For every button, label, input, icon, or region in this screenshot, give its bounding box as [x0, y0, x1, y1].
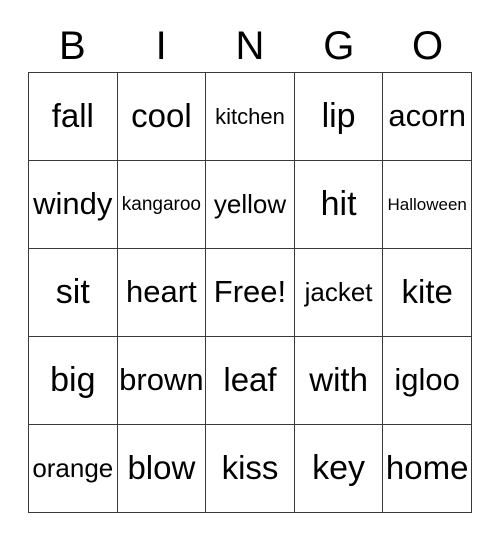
- bingo-cell-label: key: [312, 448, 366, 487]
- header-letter-b: B: [59, 24, 86, 68]
- bingo-cell-o4[interactable]: igloo: [383, 337, 472, 425]
- bingo-cell-g1[interactable]: lip: [294, 73, 384, 161]
- bingo-cell-label: Halloween: [387, 194, 467, 214]
- bingo-cell-label: kitchen: [215, 103, 285, 129]
- bingo-cell-label: hit: [320, 184, 357, 223]
- bingo-cell-n4[interactable]: leaf: [206, 337, 295, 425]
- header-letter-g: G: [323, 24, 355, 68]
- bingo-grid: fall cool kitchen lip acorn windy kangar…: [28, 72, 472, 513]
- bingo-cell-label: lip: [321, 96, 356, 135]
- bingo-cell-o1[interactable]: acorn: [383, 73, 472, 161]
- bingo-cell-g4[interactable]: with: [294, 337, 384, 425]
- bingo-cell-b5[interactable]: orange: [29, 425, 118, 513]
- bingo-cell-o3[interactable]: kite: [383, 249, 472, 337]
- bingo-card: B I N G O fall cool kitchen lip acorn wi…: [28, 20, 472, 513]
- bingo-cell-n5[interactable]: kiss: [206, 425, 295, 513]
- bingo-cell-label: sit: [55, 272, 90, 311]
- bingo-row-1: fall cool kitchen lip acorn: [29, 73, 472, 161]
- bingo-cell-label: kangaroo: [121, 193, 201, 215]
- bingo-cell-i2[interactable]: kangaroo: [117, 161, 207, 249]
- bingo-cell-label: blow: [127, 449, 196, 487]
- bingo-cell-label: home: [385, 449, 469, 487]
- header-letter-i: I: [155, 24, 167, 68]
- bingo-cell-label: cool: [131, 97, 192, 135]
- bingo-cell-g3[interactable]: jacket: [294, 249, 384, 337]
- bingo-cell-b4[interactable]: big: [29, 337, 118, 425]
- bingo-cell-label: heart: [126, 274, 197, 310]
- bingo-cell-label: with: [309, 361, 368, 399]
- bingo-cell-b1[interactable]: fall: [29, 73, 118, 161]
- bingo-row-4: big brown leaf with igloo: [29, 337, 472, 425]
- bingo-cell-label: orange: [32, 452, 114, 483]
- bingo-cell-label: kiss: [221, 449, 279, 487]
- bingo-cell-i5[interactable]: blow: [117, 425, 207, 513]
- bingo-cell-n1[interactable]: kitchen: [206, 73, 295, 161]
- header-letter-o: O: [412, 24, 444, 68]
- bingo-cell-i1[interactable]: cool: [117, 73, 207, 161]
- bingo-cell-i4[interactable]: brown: [117, 337, 207, 425]
- bingo-cell-label: brown: [119, 362, 204, 398]
- bingo-cell-o2[interactable]: Halloween: [383, 161, 472, 249]
- bingo-cell-o5[interactable]: home: [383, 425, 472, 513]
- bingo-cell-label: acorn: [388, 98, 466, 134]
- bingo-row-3: sit heart Free! jacket kite: [29, 249, 472, 337]
- bingo-cell-i3[interactable]: heart: [117, 249, 207, 337]
- bingo-cell-label: big: [50, 360, 96, 399]
- bingo-cell-label: leaf: [223, 361, 277, 399]
- bingo-cell-n2[interactable]: yellow: [206, 161, 295, 249]
- bingo-cell-label: Free!: [213, 274, 287, 310]
- bingo-row-5: orange blow kiss key home: [29, 425, 472, 513]
- bingo-cell-free-space[interactable]: Free!: [206, 249, 295, 337]
- bingo-cell-label: windy: [33, 186, 113, 222]
- bingo-cell-label: igloo: [394, 362, 460, 398]
- bingo-cell-label: yellow: [213, 188, 287, 219]
- bingo-cell-b2[interactable]: windy: [29, 161, 118, 249]
- bingo-header: B I N G O: [28, 20, 472, 72]
- bingo-cell-label: jacket: [304, 276, 373, 307]
- bingo-cell-g5[interactable]: key: [294, 425, 384, 513]
- bingo-row-2: windy kangaroo yellow hit Halloween: [29, 161, 472, 249]
- bingo-cell-label: fall: [51, 97, 94, 135]
- header-letter-n: N: [235, 24, 265, 68]
- bingo-cell-label: kite: [401, 273, 453, 311]
- bingo-cell-g2[interactable]: hit: [294, 161, 384, 249]
- bingo-cell-b3[interactable]: sit: [29, 249, 118, 337]
